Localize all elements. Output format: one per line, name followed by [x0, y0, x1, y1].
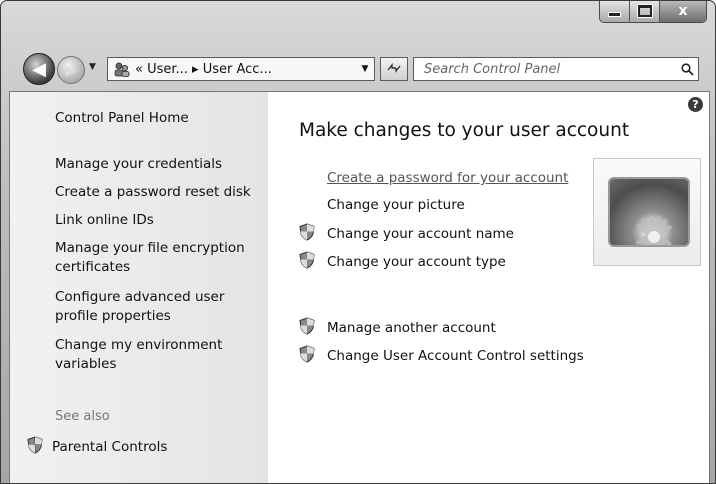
search-icon[interactable]	[676, 62, 698, 76]
uac-shield-icon	[299, 251, 317, 273]
manage-another-account-task[interactable]: Manage another account	[299, 317, 496, 339]
back-arrow-icon: ◀	[32, 58, 46, 80]
advanced-profile-properties-link[interactable]: Configure advanced user profile properti…	[55, 288, 260, 326]
uac-shield-icon	[299, 223, 317, 245]
uac-shield-icon	[299, 345, 317, 367]
content-area: Control Panel Home Manage your credentia…	[9, 91, 710, 483]
change-account-name-link[interactable]: Change your account name	[327, 226, 514, 242]
address-bar[interactable]: « User... ▸ User Acc... ▼	[107, 57, 375, 81]
change-picture-task[interactable]: Change your picture	[299, 197, 465, 213]
uac-shield-icon	[27, 436, 43, 458]
minimize-icon	[608, 12, 621, 17]
search-box[interactable]: Search Control Panel	[413, 57, 699, 81]
control-panel-home-link[interactable]: Control Panel Home	[55, 109, 260, 128]
address-dropdown-icon[interactable]: ▼	[356, 64, 374, 74]
environment-variables-link[interactable]: Change my environment variables	[55, 336, 260, 374]
uac-settings-link[interactable]: Change User Account Control settings	[327, 348, 584, 364]
back-button[interactable]: ◀	[23, 53, 55, 85]
maximize-button[interactable]	[630, 1, 660, 22]
flower-picture-icon	[635, 215, 673, 245]
parental-controls-link[interactable]: Parental Controls	[27, 436, 167, 458]
minimize-button[interactable]	[600, 1, 630, 22]
page-title: Make changes to your user account	[299, 120, 630, 141]
manage-credentials-link[interactable]: Manage your credentials	[55, 155, 260, 174]
create-password-link[interactable]: Create a password for your account	[327, 170, 568, 186]
navigation-bar: ◀ ▶ ▼ « User... ▸ User Acc... ▼ Search C…	[1, 49, 715, 87]
uac-settings-task[interactable]: Change User Account Control settings	[299, 345, 584, 367]
account-picture-frame[interactable]	[593, 158, 701, 266]
user-accounts-icon	[113, 61, 131, 77]
link-online-ids-link[interactable]: Link online IDs	[55, 211, 260, 230]
change-account-type-task[interactable]: Change your account type	[299, 251, 506, 273]
uac-shield-icon	[299, 317, 317, 339]
file-encryption-certificates-link[interactable]: Manage your file encryption certificates	[55, 239, 260, 277]
refresh-icon	[386, 62, 402, 77]
control-panel-window: x ◀ ▶ ▼ « User... ▸ User Acc... ▼ Search…	[0, 0, 716, 484]
refresh-button[interactable]	[380, 57, 408, 81]
parental-controls-label: Parental Controls	[52, 439, 168, 455]
forward-button[interactable]: ▶	[57, 56, 85, 84]
recent-pages-dropdown[interactable]: ▼	[89, 62, 96, 72]
left-navigation-pane: Control Panel Home Manage your credentia…	[10, 92, 268, 483]
change-account-type-link[interactable]: Change your account type	[327, 254, 506, 270]
account-picture	[608, 177, 690, 247]
change-account-name-task[interactable]: Change your account name	[299, 223, 514, 245]
password-reset-disk-link[interactable]: Create a password reset disk	[55, 183, 260, 202]
address-path: « User... ▸ User Acc...	[135, 61, 272, 77]
close-button[interactable]: x	[660, 1, 706, 22]
forward-arrow-icon: ▶	[65, 61, 77, 79]
maximize-icon	[636, 4, 653, 18]
create-password-task[interactable]: Create a password for your account	[299, 170, 568, 186]
see-also-label: See also	[55, 409, 110, 424]
change-picture-link[interactable]: Change your picture	[327, 197, 465, 213]
help-icon[interactable]: ?	[688, 97, 703, 112]
caption-buttons: x	[599, 1, 707, 23]
manage-another-account-link[interactable]: Manage another account	[327, 320, 496, 336]
search-input[interactable]: Search Control Panel	[414, 62, 676, 77]
